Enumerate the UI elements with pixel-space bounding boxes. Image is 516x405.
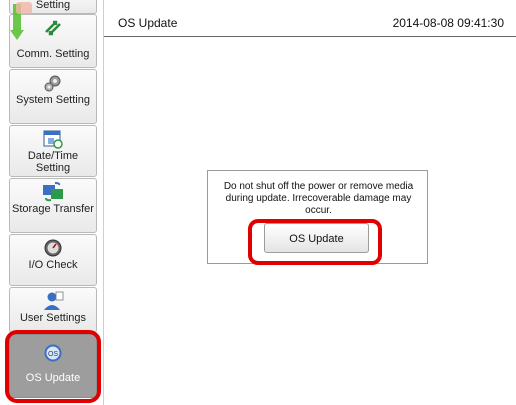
- gauge-icon: [44, 239, 62, 257]
- page-title: OS Update: [118, 16, 178, 30]
- sidebar-item-label: User Settings: [19, 312, 87, 324]
- highlight-os-update-sidebar: [5, 330, 101, 403]
- sidebar-divider: [103, 0, 104, 405]
- datetime-display: 2014-08-08 09:41:30: [392, 16, 504, 30]
- sidebar-item-user-settings[interactable]: User Settings: [9, 287, 97, 333]
- user-icon: [44, 291, 64, 310]
- sidebar-item-label: I/O Check: [28, 259, 78, 271]
- sidebar-item-label: Date/Time Setting: [27, 150, 79, 174]
- sidebar-item-io-check[interactable]: I/O Check: [9, 234, 97, 286]
- sidebar-item-label: System Setting: [16, 94, 90, 106]
- storage-transfer-icon: [43, 182, 63, 202]
- sidebar-item-label: Storage Transfer: [12, 203, 94, 215]
- sidebar-item-storage-transfer[interactable]: Storage Transfer: [9, 178, 97, 233]
- warning-message: Do not shut off the power or remove medi…: [223, 181, 414, 216]
- gears-icon: [44, 75, 61, 92]
- highlight-os-update-button: [248, 219, 382, 265]
- comm-icon: [45, 20, 61, 36]
- header-bar: OS Update 2014-08-08 09:41:30: [104, 0, 516, 37]
- sidebar-item-system-setting[interactable]: System Setting: [9, 69, 97, 124]
- sidebar-item-date-time-setting[interactable]: Date/Time Setting: [9, 125, 97, 177]
- scroll-up-arrow-icon[interactable]: [10, 0, 40, 46]
- calendar-icon: [43, 130, 63, 149]
